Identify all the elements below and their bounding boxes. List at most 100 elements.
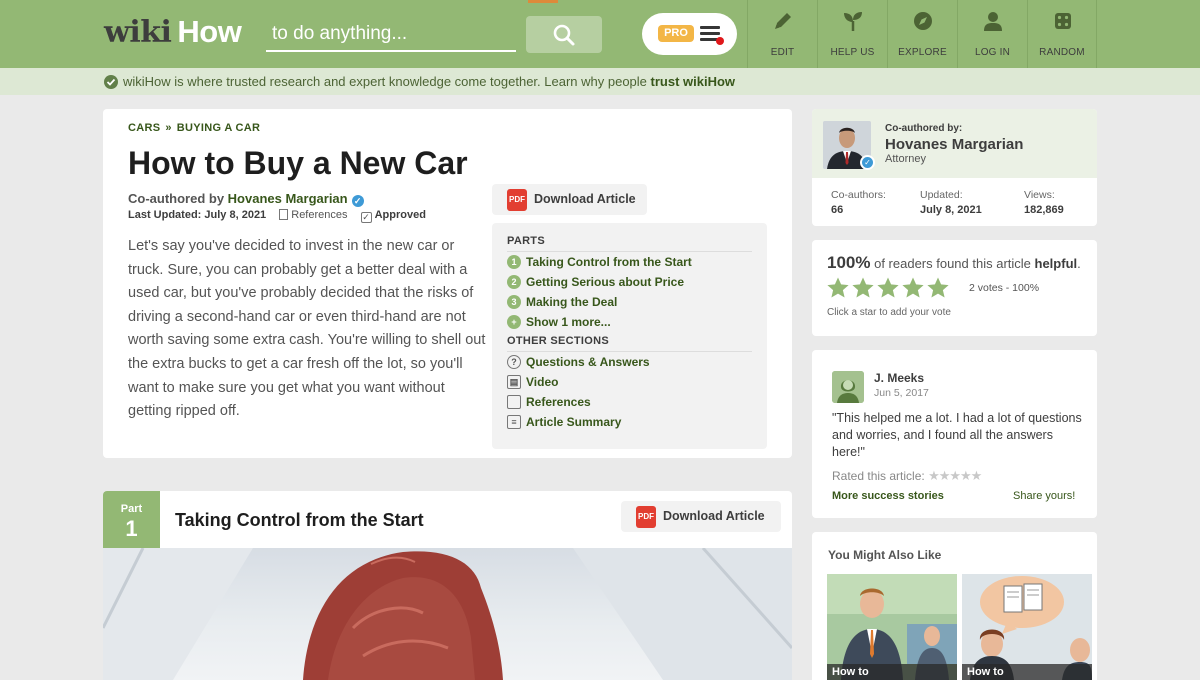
story-date: Jun 5, 2017 [874,387,929,399]
stat-updated-value: July 8, 2021 [920,204,982,216]
document-icon [507,395,521,409]
rating-star-icon[interactable] [926,276,950,300]
part-1-section: Part 1 Taking Control from the Start PDF… [103,491,792,680]
toc-part-number: 2 [507,275,521,289]
approved-meta[interactable]: ✓ Approved [360,209,426,223]
nav-help-us-label: HELP US [830,47,875,58]
breadcrumb-separator: » [165,122,172,134]
toc-part-3[interactable]: 3 Making the Deal [507,292,752,312]
toc-part-2[interactable]: 2 Getting Serious about Price [507,272,752,292]
site-header: wikiHow PRO EDIT HELP US EXPLORE LOG IN … [0,0,1200,68]
reader-avatar [832,371,864,403]
share-yours-link[interactable]: Share yours! [1013,490,1075,502]
success-story-card: J. Meeks Jun 5, 2017 "This helped me a l… [812,350,1097,518]
dice-icon [1055,13,1071,29]
toc-part-1[interactable]: 1 Taking Control from the Start [507,252,752,272]
toc-part-label: Getting Serious about Price [526,275,685,289]
logo-how: How [177,14,242,49]
download-article-label: Download Article [534,192,636,206]
last-updated-label: Last Updated: [128,209,202,221]
toc-part-label: Making the Deal [526,295,618,309]
breadcrumb-buying-a-car[interactable]: BUYING A CAR [177,122,260,134]
helpful-percent: 100% [827,253,871,272]
rating-star-icon[interactable] [901,276,925,300]
video-icon: ▤ [507,375,521,389]
last-updated-date: July 8, 2021 [204,209,267,221]
author-link[interactable]: Hovanes Margarian [228,191,348,206]
approved-check-icon: ✓ [360,212,372,223]
toc-other-label: Video [526,375,559,389]
breadcrumb: CARS » BUYING A CAR [128,122,260,134]
toc-article-summary[interactable]: ≡ Article Summary [507,412,752,432]
related-heading: You Might Also Like [828,548,942,562]
part-badge: Part 1 [103,491,160,548]
plus-icon: + [507,315,521,329]
related-articles-card: You Might Also Like How to How to [812,532,1097,680]
toc-other-label: Questions & Answers [526,355,650,369]
sprout-icon [844,12,862,31]
toc-questions-answers[interactable]: ? Questions & Answers [507,352,752,372]
coauthored-by-label: Co-authored by: [885,123,963,134]
references-meta[interactable]: References [279,209,348,221]
nav-explore[interactable]: EXPLORE [887,0,957,68]
pdf-icon: PDF [507,189,527,211]
stat-coauthors-label: Co-authors: [831,189,886,201]
search-input[interactable] [266,18,516,52]
related-thumb-label: How to [827,664,957,680]
author-card: ✓ Co-authored by: Hovanes Margarian Atto… [812,109,1097,226]
search-icon [553,24,575,46]
toc-other-label: References [526,395,591,409]
stat-updated-label: Updated: [920,189,963,201]
rating-star-icon[interactable] [826,276,850,300]
header-nav: EDIT HELP US EXPLORE LOG IN RANDOM [747,0,1097,68]
download-article-button[interactable]: PDF Download Article [492,184,647,215]
header-accent-bar [528,0,558,3]
part-title: Taking Control from the Start [175,510,424,530]
toc-parts-heading: PARTS [507,235,752,252]
intro-paragraph: Let's say you've decided to invest in th… [128,238,486,420]
byline: Co-authored by Hovanes Margarian ✓ [128,191,364,207]
author-role: Attorney [885,153,926,165]
coauthored-prefix: Co-authored by [128,191,228,206]
toc-other-label: Article Summary [526,415,622,429]
vote-count: 2 votes - 100% [969,282,1040,294]
related-thumb-label: How to [962,664,1092,680]
toc-video[interactable]: ▤ Video [507,372,752,392]
toc-other-heading: OTHER SECTIONS [507,335,752,352]
toc-part-number: 1 [507,255,521,269]
related-article-thumb[interactable]: How to [827,574,957,680]
logo-wiki: wiki [104,15,172,50]
rating-star-icon[interactable] [876,276,900,300]
nav-random[interactable]: RANDOM [1027,0,1097,68]
related-article-thumb[interactable]: How to [962,574,1092,680]
toc-show-more[interactable]: + Show 1 more... [507,312,752,332]
nav-help-us[interactable]: HELP US [817,0,887,68]
nav-edit[interactable]: EDIT [747,0,817,68]
toc-references[interactable]: References [507,392,752,412]
part-label: Part [120,503,143,515]
helpful-period: . [1077,256,1081,271]
wikihow-logo[interactable]: wiki How [104,14,242,50]
author-card-header: ✓ Co-authored by: Hovanes Margarian Atto… [812,109,1097,178]
author-name[interactable]: Hovanes Margarian [885,136,1023,153]
pro-menu-toggle[interactable]: PRO [642,13,737,55]
part-download-article-button[interactable]: PDF Download Article [621,501,781,532]
nav-log-in[interactable]: LOG IN [957,0,1027,68]
summary-icon: ≡ [507,415,521,429]
article-meta: Last Updated: July 8, 2021 References ✓ A… [128,209,426,223]
helpful-summary: 100% of readers found this article helpf… [827,253,1081,273]
helpful-rating-card: 100% of readers found this article helpf… [812,240,1097,336]
rating-star-icon[interactable] [851,276,875,300]
breadcrumb-cars[interactable]: CARS [128,122,160,134]
toc-show-more-label: Show 1 more... [526,315,611,329]
question-icon: ? [507,355,521,369]
trust-wikihow-link[interactable]: trust wikiHow [651,74,736,89]
toc-part-label: Taking Control from the Start [526,255,692,269]
search-button[interactable] [526,16,602,53]
compass-icon [914,12,932,30]
pdf-icon: PDF [636,506,656,528]
mini-star-icons: ★★★★★ [928,468,982,483]
star-hint: Click a star to add your vote [827,307,951,318]
stat-coauthors-value: 66 [831,204,844,216]
more-success-stories-link[interactable]: More success stories [832,490,944,502]
